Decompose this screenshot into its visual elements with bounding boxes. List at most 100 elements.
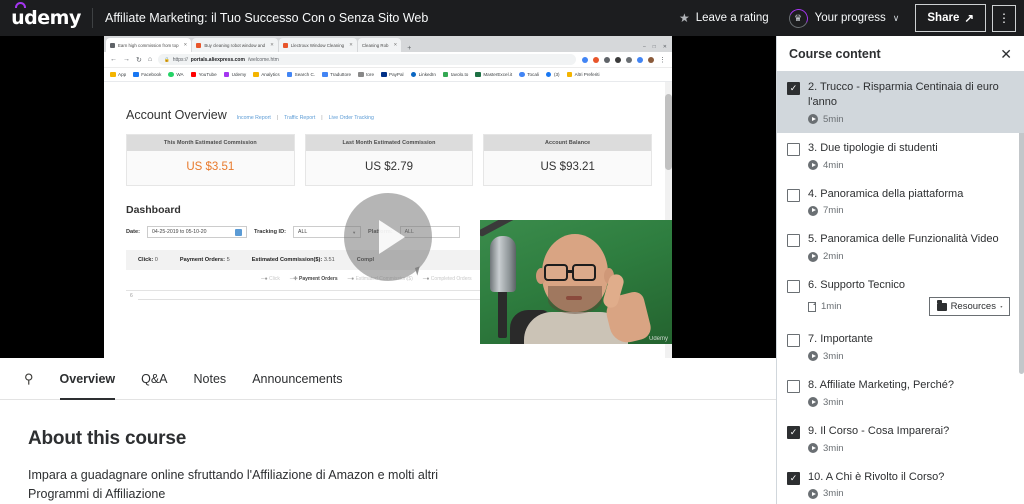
- play-icon: [808, 351, 818, 362]
- tab-announcements[interactable]: Announcements: [252, 358, 342, 400]
- browser-tab[interactable]: Llectroux Window Cleaning ✕: [278, 38, 357, 52]
- bookmark-icon: [442, 71, 449, 78]
- search-icon[interactable]: ⚲: [24, 371, 34, 387]
- bookmark-item[interactable]: Traduttore: [322, 71, 352, 78]
- lecture-checkbox[interactable]: [787, 379, 800, 393]
- url-input[interactable]: 🔒 https://portals.aliexpress.com/welcome…: [158, 54, 576, 65]
- list-item[interactable]: 8. Affiliate Marketing, Perché? 3min: [777, 370, 1024, 416]
- tab-qa[interactable]: Q&A: [141, 358, 167, 400]
- your-progress-button[interactable]: ♛ Your progress ∨: [779, 3, 910, 34]
- tab-overview[interactable]: Overview: [59, 358, 115, 400]
- income-report-link[interactable]: Income Report: [237, 115, 271, 121]
- list-item[interactable]: 5. Panoramica delle Funzionalità Video 2…: [777, 224, 1024, 270]
- stat-card: Account Balance US $93.21: [483, 134, 653, 186]
- list-item[interactable]: 6. Supporto Tecnico 1min Resources ▾: [777, 270, 1024, 324]
- browser-menu-icon[interactable]: ⋮: [659, 56, 666, 64]
- close-icon[interactable]: ✕: [1000, 47, 1012, 61]
- legend-item[interactable]: ─● Completed Orders: [423, 276, 472, 282]
- bookmark-item[interactable]: tavolo.to: [442, 71, 468, 78]
- reload-icon[interactable]: ↻: [136, 56, 142, 64]
- play-icon: [808, 443, 818, 454]
- stat-card: This Month Estimated Commission US $3.51: [126, 134, 295, 186]
- list-item[interactable]: 3. Due tipologie di studenti 4min: [777, 133, 1024, 179]
- tab-close-icon[interactable]: ✕: [184, 42, 188, 48]
- browser-tab[interactable]: Buy cleaning robot window and ✕: [192, 38, 278, 52]
- bookmark-item[interactable]: Tocali: [519, 71, 539, 78]
- bookmark-item[interactable]: YouTube: [190, 71, 217, 78]
- close-window-icon[interactable]: ✕: [663, 44, 667, 50]
- maximize-icon[interactable]: □: [653, 44, 656, 50]
- back-icon[interactable]: ←: [110, 56, 117, 63]
- extension-icon[interactable]: [593, 56, 599, 63]
- lecture-checkbox[interactable]: [787, 334, 800, 348]
- new-tab-icon[interactable]: +: [402, 45, 416, 52]
- legend-item[interactable]: ─● Click: [261, 276, 280, 282]
- browser-tab-label: Buy cleaning robot window and: [204, 42, 266, 48]
- lecture-checkbox[interactable]: [787, 234, 800, 248]
- minimize-icon[interactable]: –: [643, 44, 646, 50]
- bookmark-label: Altri Preferiti: [574, 72, 600, 77]
- list-item[interactable]: ✓ 10. A Chi è Rivolto il Corso? 3min: [777, 462, 1024, 504]
- tab-close-icon[interactable]: ✕: [270, 42, 274, 48]
- bookmark-item[interactable]: Altri Preferiti: [566, 71, 600, 78]
- bookmark-item[interactable]: Analytics: [253, 71, 280, 78]
- leave-a-rating-button[interactable]: ★ Leave a rating: [669, 5, 779, 31]
- udemy-logo[interactable]: udemy: [0, 2, 92, 29]
- video-player[interactable]: Earn high commission from top ✕ Buy clea…: [0, 36, 776, 358]
- bookmark-item[interactable]: Search C.: [286, 71, 315, 78]
- bookmark-item[interactable]: App: [110, 71, 126, 78]
- list-item[interactable]: 4. Panoramica della piattaforma 7min: [777, 179, 1024, 225]
- bookmark-item[interactable]: Udemy: [223, 71, 247, 78]
- lecture-checkbox[interactable]: ✓: [787, 425, 800, 439]
- page-scrollbar-thumb[interactable]: [665, 94, 672, 170]
- forward-icon[interactable]: →: [123, 56, 130, 63]
- date-range-input[interactable]: 04-25-2019 to 05-10-20: [147, 226, 247, 238]
- bookmark-item[interactable]: PayPal: [381, 71, 404, 78]
- extension-icon[interactable]: [615, 56, 621, 63]
- bookmark-icon: [223, 71, 230, 78]
- browser-tab[interactable]: Earn high commission from top ✕: [106, 38, 192, 52]
- bookmark-item[interactable]: tore: [358, 71, 375, 78]
- bookmark-item[interactable]: MasterExcel.it: [475, 71, 512, 78]
- bookmark-item[interactable]: LinkedIn: [410, 71, 436, 78]
- lecture-checkbox[interactable]: ✓: [787, 82, 800, 95]
- legend-item[interactable]: ─✚ Payment Orders: [290, 276, 338, 282]
- profile-avatar-icon[interactable]: [648, 56, 654, 63]
- lecture-checkbox[interactable]: ✓: [787, 471, 800, 485]
- header-actions: ★ Leave a rating ♛ Your progress ∨ Share…: [669, 3, 1024, 34]
- bookmark-label: Traduttore: [330, 72, 352, 77]
- tab-close-icon[interactable]: ✕: [393, 42, 397, 48]
- lecture-duration: 3min: [823, 442, 844, 454]
- extension-icon[interactable]: [604, 56, 610, 63]
- lecture-checkbox[interactable]: [787, 142, 800, 156]
- lecture-checkbox[interactable]: [787, 280, 800, 294]
- list-item[interactable]: 7. Importante 3min: [777, 324, 1024, 370]
- play-button[interactable]: [344, 193, 432, 281]
- resources-button[interactable]: Resources ▾: [928, 297, 1010, 317]
- share-button[interactable]: Share ↗: [915, 4, 986, 32]
- home-icon[interactable]: ⌂: [148, 56, 152, 63]
- extension-icon[interactable]: [637, 56, 643, 63]
- list-item[interactable]: ✓ 9. Il Corso - Cosa Imparerai? 3min: [777, 416, 1024, 462]
- tab-close-icon[interactable]: ✕: [349, 42, 353, 48]
- lecture-title: 9. Il Corso - Cosa Imparerai?: [808, 424, 950, 437]
- lecture-checkbox[interactable]: [787, 188, 800, 202]
- bookmark-item[interactable]: WA: [168, 71, 184, 78]
- bookmark-item[interactable]: Facebook: [133, 71, 161, 78]
- list-item[interactable]: ✓ 2. Trucco - Risparmia Centinaia di eur…: [777, 72, 1024, 133]
- browser-tab-label: Llectroux Window Cleaning: [290, 42, 345, 48]
- play-icon: [808, 397, 818, 408]
- bookmark-star-icon[interactable]: [582, 56, 588, 63]
- bookmark-label: Udemy: [231, 72, 247, 77]
- calendar-icon[interactable]: [235, 228, 242, 236]
- live-order-tracking-link[interactable]: Live Order Tracking: [329, 115, 374, 121]
- bookmark-item[interactable]: (3): [545, 71, 560, 78]
- tab-notes[interactable]: Notes: [194, 358, 227, 400]
- extension-icon[interactable]: [626, 56, 632, 63]
- more-options-button[interactable]: ⋮: [992, 4, 1016, 32]
- traffic-report-link[interactable]: Traffic Report: [284, 115, 315, 121]
- bookmark-label: tore: [366, 72, 375, 77]
- lecture-title: 6. Supporto Tecnico: [808, 279, 906, 292]
- bookmark-icon: [410, 71, 417, 78]
- browser-tab[interactable]: Cleaning Rob ✕: [357, 38, 402, 52]
